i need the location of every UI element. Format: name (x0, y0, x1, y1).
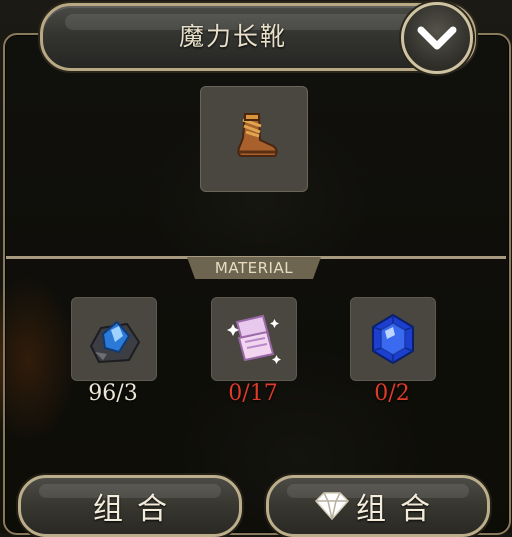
magic-scroll-pages-icon (227, 314, 281, 364)
blue-crystal-ore-icon (89, 320, 141, 364)
combine-with-gem-button[interactable]: 组合 (266, 475, 490, 537)
material-count-3: 0/2 (374, 381, 410, 406)
diamond-icon (314, 492, 350, 521)
boots-icon (237, 113, 278, 157)
collapse-toggle-button[interactable] (401, 2, 473, 74)
material-count-2: 0/17 (228, 381, 278, 406)
material-slot-1[interactable] (71, 297, 157, 381)
material-slot-2[interactable] (211, 297, 297, 381)
sapphire-gem-icon (372, 313, 414, 365)
materials-label: MATERIAL (187, 257, 321, 279)
item-title: 魔力长靴 (178, 22, 287, 51)
combine-button[interactable]: 组合 (18, 475, 242, 537)
material-count-1: 96/3 (88, 381, 138, 406)
result-item-slot[interactable] (200, 86, 308, 192)
chevron-down-icon (417, 26, 457, 50)
combine-button-label: 组合 (93, 492, 181, 527)
material-slot-3[interactable] (350, 297, 436, 381)
combine-gem-button-label: 组合 (356, 492, 444, 527)
